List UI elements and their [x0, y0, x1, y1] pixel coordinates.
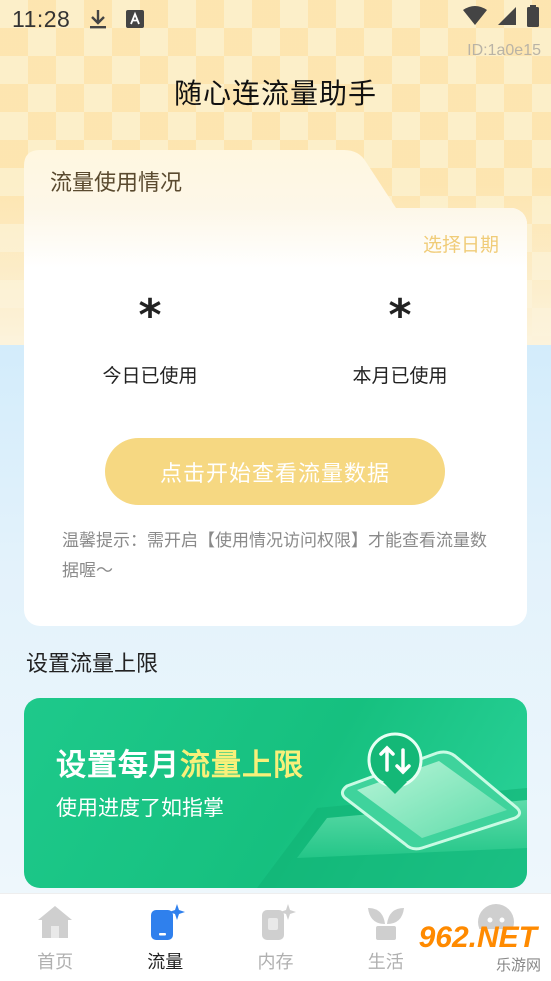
nav-item-traffic[interactable]: 流量	[110, 894, 220, 981]
phone-sparkle-icon	[143, 900, 187, 944]
month-usage-label: 本月已使用	[352, 365, 448, 387]
nav-label-traffic: 流量	[147, 952, 184, 973]
home-icon	[33, 900, 77, 944]
banner-subtitle: 使用进度了如指掌	[56, 796, 224, 820]
permission-tip: 温馨提示：需开启【使用情况访问权限】才能查看流量数据喔～	[62, 531, 487, 581]
usage-card-title: 流量使用情况	[50, 171, 183, 196]
device-id: ID:1a0e15	[467, 42, 541, 59]
memory-icon	[254, 900, 298, 944]
today-usage-value: *	[138, 290, 162, 341]
status-time: 11:28	[12, 5, 71, 32]
a-notification-icon	[126, 10, 145, 28]
nav-item-memory[interactable]: 内存	[220, 894, 330, 981]
nav-label-life: 生活	[367, 952, 404, 973]
set-limit-banner[interactable]: 设置每月流量上限 使用进度了如指掌	[24, 698, 527, 888]
plant-icon	[364, 900, 408, 944]
wifi-icon	[463, 6, 487, 32]
signal-icon	[497, 6, 517, 32]
nav-label-memory: 内存	[257, 952, 294, 973]
month-usage-value: *	[388, 290, 412, 341]
section-title-limit: 设置流量上限	[26, 652, 159, 677]
watermark-brand: 962.NET	[418, 921, 537, 954]
start-view-usage-button[interactable]: 点击开始查看流量数据	[105, 438, 445, 505]
page-title: 随心连流量助手	[173, 77, 377, 110]
select-date-button[interactable]: 选择日期	[423, 230, 499, 257]
banner-title-prefix: 设置每月	[56, 748, 180, 783]
download-icon	[88, 8, 108, 30]
nav-label-home: 首页	[37, 952, 74, 973]
status-bar: 11:28	[0, 0, 551, 38]
watermark-sub: 乐游网	[495, 956, 541, 974]
today-usage-label: 今日已使用	[102, 365, 198, 387]
phone-illustration	[257, 732, 527, 888]
battery-icon	[527, 5, 539, 33]
nav-item-home[interactable]: 首页	[0, 894, 110, 981]
